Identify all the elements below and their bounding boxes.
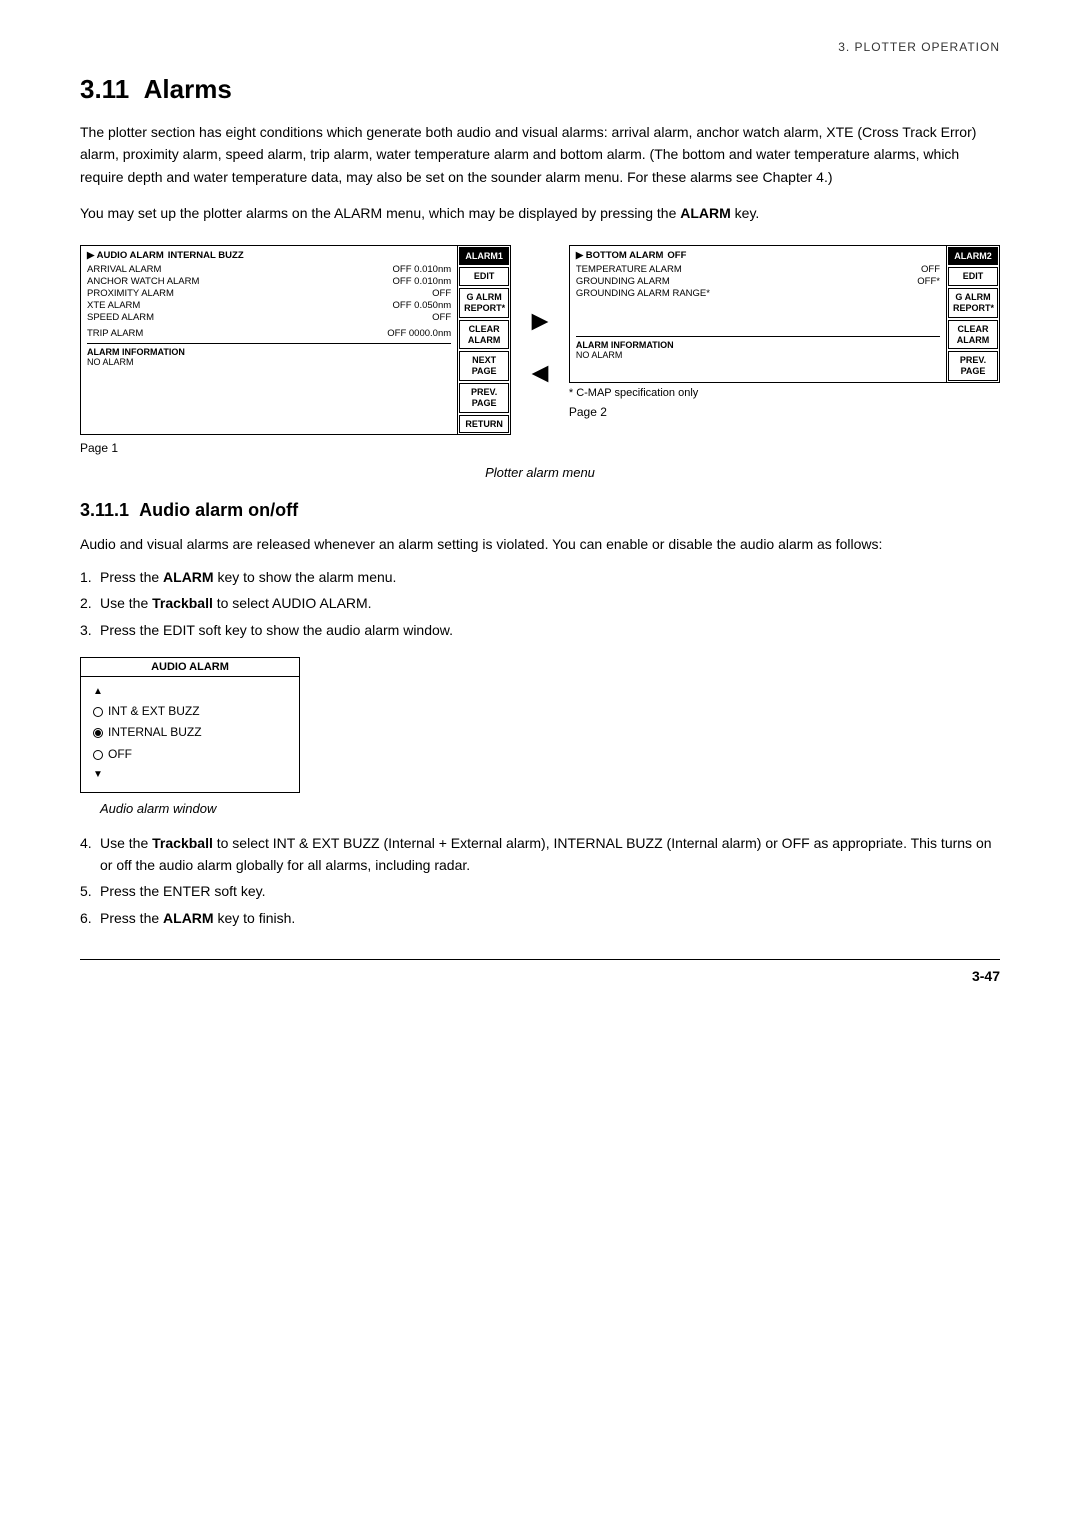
alarm1-btn-clear[interactable]: CLEARALARM [459,320,509,350]
c-map-note: * C-MAP specification only [569,387,698,399]
arrow-left-icon: ◄ [526,357,554,389]
alarm1-buttons: ALARM1 EDIT G ALRMREPORT* CLEARALARM NEX… [458,246,510,435]
audio-caption: Audio alarm window [80,801,1000,816]
diagram-caption: Plotter alarm menu [80,465,1000,480]
step-5: 5. Press the ENTER soft key. [80,880,1000,902]
alarm1-diagram: ▶ AUDIO ALARM INTERNAL BUZZ ARRIVAL ALAR… [80,245,511,436]
alarm2-main: ▶ BOTTOM ALARM OFF TEMPERATURE ALARM OFF… [570,246,947,382]
arrow-down-indicator: ▼ [93,766,287,784]
alarm2-row-grounding-range: GROUNDING ALARM RANGE* [576,288,940,299]
alarm2-diagram: ▶ BOTTOM ALARM OFF TEMPERATURE ALARM OFF… [569,245,1000,383]
alarm1-header-label: ▶ AUDIO ALARM [87,250,164,261]
step-1: 1. Press the ALARM key to show the alarm… [80,566,1000,588]
option-int-ext: INT & EXT BUZZ [93,701,287,723]
steps-list-1: 1. Press the ALARM key to show the alarm… [80,566,1000,641]
step-4: 4. Use the Trackball to select INT & EXT… [80,832,1000,877]
arrow-up-indicator: ▲ [93,683,287,701]
subsection-description: Audio and visual alarms are released whe… [80,533,1000,555]
alarm2-info: ALARM INFORMATION NO ALARM [576,336,940,360]
steps-list-2: 4. Use the Trackball to select INT & EXT… [80,832,1000,930]
subsection-title: 3.11.1 Audio alarm on/off [80,500,1000,521]
option-off: OFF [93,744,287,766]
alarm-menu-desc: You may set up the plotter alarms on the… [80,202,1000,224]
radio-off [93,750,103,760]
alarm1-row-anchor: ANCHOR WATCH ALARM OFF 0.010nm [87,276,451,287]
alarm1-btn-galrm[interactable]: G ALRMREPORT* [459,288,509,318]
alarm1-btn-title: ALARM1 [459,247,509,266]
arrow-right-icon: ► [526,305,554,337]
page-footer: 3-47 [80,959,1000,984]
alarm1-btn-next[interactable]: NEXTPAGE [459,351,509,381]
alarm-diagrams: ▶ AUDIO ALARM INTERNAL BUZZ ARRIVAL ALAR… [80,245,1000,456]
alarm2-header-value: OFF [667,250,686,261]
alarm1-row-arrival: ARRIVAL ALARM OFF 0.010nm [87,264,451,275]
alarm2-header-row: ▶ BOTTOM ALARM OFF [576,250,940,261]
step-2: 2. Use the Trackball to select AUDIO ALA… [80,592,1000,614]
alarm1-row-speed: SPEED ALARM OFF [87,312,451,323]
alarm1-header-value: INTERNAL BUZZ [168,250,244,261]
alarm1-row-proximity: PROXIMITY ALARM OFF [87,288,451,299]
intro-paragraph: The plotter section has eight conditions… [80,121,1000,188]
radio-int-ext [93,707,103,717]
alarm1-btn-prev[interactable]: PREV.PAGE [459,383,509,413]
audio-alarm-body: ▲ INT & EXT BUZZ INTERNAL BUZZ OFF ▼ [81,677,299,792]
alarm2-btn-edit[interactable]: EDIT [948,267,998,286]
alarm2-buttons: ALARM2 EDIT G ALRMREPORT* CLEARALARM PRE… [947,246,999,382]
alarm1-header-row: ▶ AUDIO ALARM INTERNAL BUZZ [87,250,451,261]
alarm2-btn-galrm[interactable]: G ALRMREPORT* [948,288,998,318]
audio-alarm-window: AUDIO ALARM ▲ INT & EXT BUZZ INTERNAL BU… [80,657,300,793]
page1-label: Page 1 [80,441,118,455]
alarm1-btn-edit[interactable]: EDIT [459,267,509,286]
radio-internal [93,728,103,738]
alarm2-btn-prev[interactable]: PREV.PAGE [948,351,998,381]
alarm2-row-grounding: GROUNDING ALARM OFF* [576,276,940,287]
step-6: 6. Press the ALARM key to finish. [80,907,1000,929]
alarm1-row-trip: TRIP ALARM OFF 0000.0nm [87,328,451,339]
alarm2-btn-clear[interactable]: CLEARALARM [948,320,998,350]
step-3: 3. Press the EDIT soft key to show the a… [80,619,1000,641]
alarm1-main: ▶ AUDIO ALARM INTERNAL BUZZ ARRIVAL ALAR… [81,246,458,435]
section-title: 3.11 Alarms [80,74,1000,105]
alarm2-btn-title: ALARM2 [948,247,998,266]
alarm2-row-temp: TEMPERATURE ALARM OFF [576,264,940,275]
alarm1-btn-return[interactable]: RETURN [459,415,509,434]
page-header: 3. PLOTTER OPERATION [80,40,1000,54]
alarm-page2: ▶ BOTTOM ALARM OFF TEMPERATURE ALARM OFF… [569,245,1000,419]
option-internal: INTERNAL BUZZ [93,722,287,744]
arrow-connector: ► ◄ [511,305,569,389]
alarm1-info: ALARM INFORMATION NO ALARM [87,343,451,367]
page2-label: Page 2 [569,405,607,419]
audio-alarm-title: AUDIO ALARM [81,658,299,677]
page-number: 3-47 [972,968,1000,984]
alarm-page1: ▶ AUDIO ALARM INTERNAL BUZZ ARRIVAL ALAR… [80,245,511,456]
alarm2-header-label: ▶ BOTTOM ALARM [576,250,664,261]
alarm1-row-xte: XTE ALARM OFF 0.050nm [87,300,451,311]
